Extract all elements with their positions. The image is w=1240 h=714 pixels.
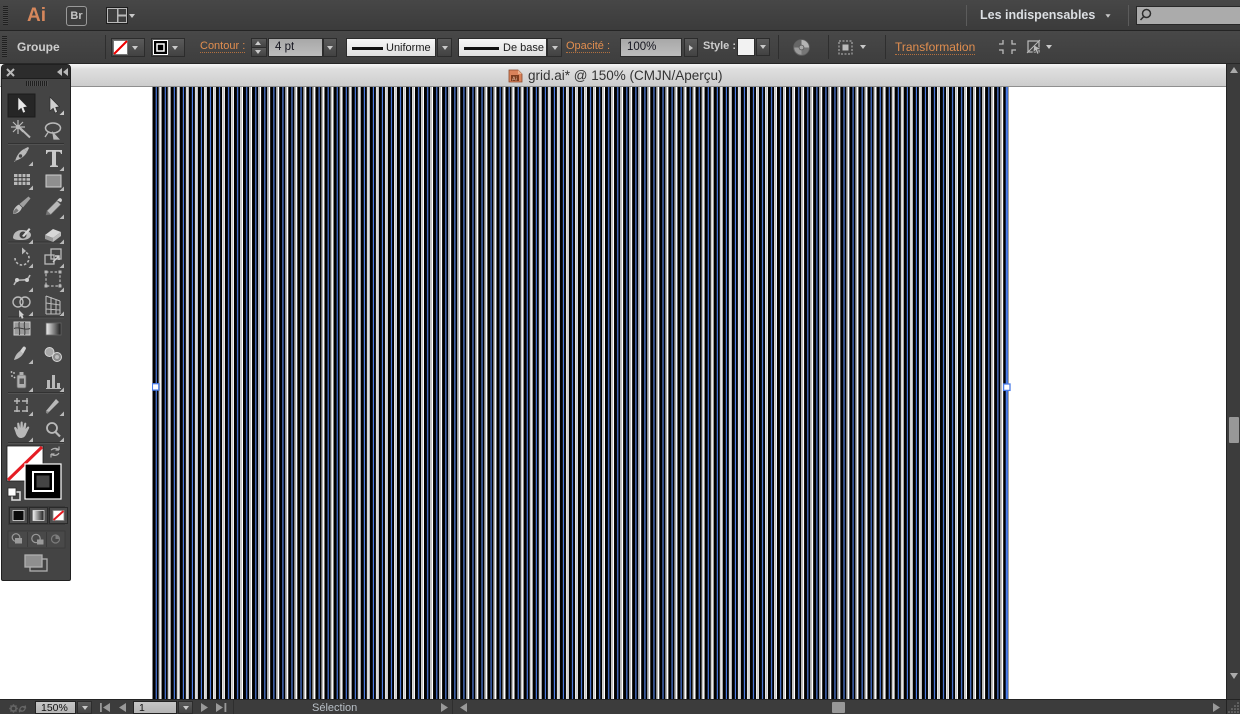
svg-text:Ai: Ai [512,76,517,82]
